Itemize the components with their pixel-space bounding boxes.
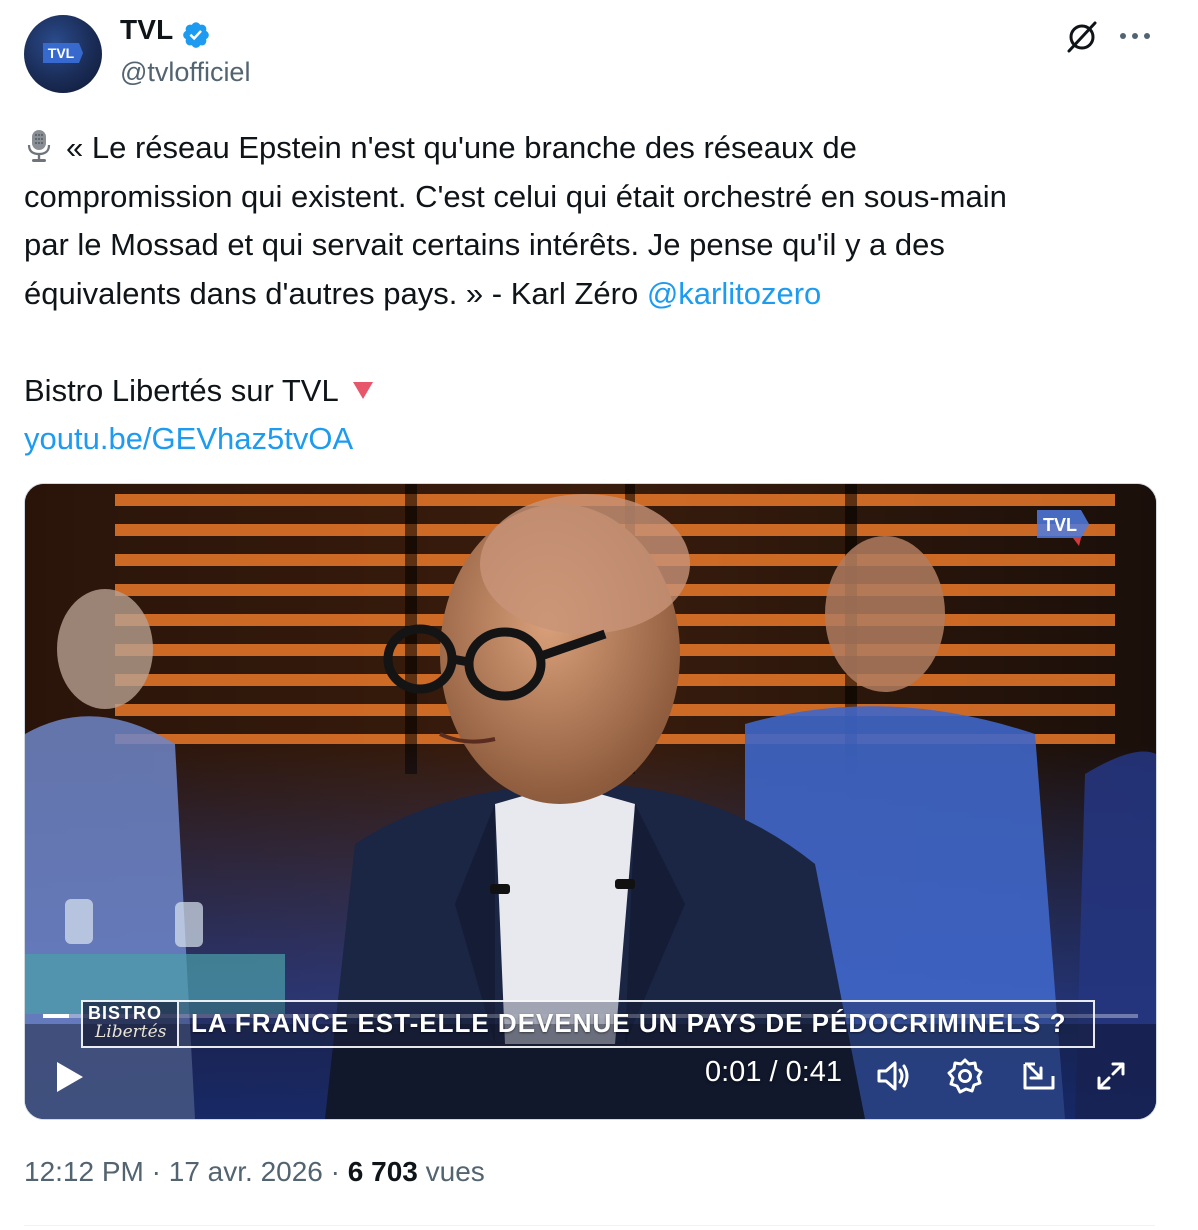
show-subtitle: Libertés	[95, 1022, 167, 1042]
views-count: 6 703	[347, 1156, 418, 1187]
tweet-line-4-text: équivalents dans d'autres pays. » - Karl…	[24, 275, 639, 311]
volume-icon[interactable]	[873, 1056, 913, 1096]
tvl-logo: TVL	[43, 43, 83, 63]
tweet-date[interactable]: 17 avr. 2026	[169, 1156, 323, 1187]
tweet-meta: 12:12 PM · 17 avr. 2026 · 6 703 vues	[24, 1156, 485, 1188]
tweet-line-4: équivalents dans d'autres pays. » - Karl…	[24, 270, 1164, 319]
views-label: vues	[425, 1156, 485, 1187]
tweet-line-3: par le Mossad et qui servait certains in…	[24, 227, 945, 262]
tweet-line-1-text: « Le réseau Epstein n'est qu'une branche…	[66, 130, 857, 165]
tweet-line-1: « Le réseau Epstein n'est qu'une branche…	[24, 124, 1164, 173]
avatar[interactable]: TVL	[24, 15, 102, 93]
author-name[interactable]: TVL	[120, 14, 173, 46]
tweet-time[interactable]: 12:12 PM	[24, 1156, 144, 1187]
meta-separator: ·	[330, 1156, 340, 1187]
pip-icon[interactable]	[1019, 1056, 1059, 1096]
lower-third-banner: BISTRO Libertés LA FRANCE EST-ELLE DEVEN…	[81, 1000, 1095, 1048]
video-player[interactable]: TVL BISTRO Libertés LA FRANCE EST-ELLE D…	[24, 483, 1157, 1120]
tvl-watermark-text: TVL	[1043, 515, 1077, 535]
verified-badge-icon	[183, 22, 209, 48]
tweet-line-5: Bistro Libertés sur TVL	[24, 367, 1164, 416]
youtube-link[interactable]: youtu.be/GEVhaz5tvOA	[24, 415, 1164, 464]
studio-microphone-icon	[27, 130, 51, 162]
settings-icon[interactable]	[945, 1056, 985, 1096]
more-icon[interactable]	[1115, 20, 1155, 52]
fullscreen-icon[interactable]	[1091, 1056, 1131, 1096]
grok-icon[interactable]	[1064, 19, 1100, 55]
video-timecode: 0:01 / 0:41	[705, 1056, 843, 1088]
show-title: BISTRO	[88, 1003, 163, 1023]
show-logo: BISTRO Libertés	[83, 1002, 179, 1046]
tvl-watermark-icon: TVL	[1037, 510, 1089, 546]
mention-link[interactable]: @karlitozero	[647, 276, 821, 311]
tweet-line-2: compromission qui existent. C'est celui …	[24, 178, 1007, 214]
divider	[24, 1225, 1155, 1226]
author-handle[interactable]: @tvlofficiel	[120, 57, 250, 88]
tweet-text: « Le réseau Epstein n'est qu'une branche…	[24, 124, 1164, 464]
play-icon[interactable]	[51, 1059, 87, 1095]
meta-separator: ·	[151, 1156, 161, 1187]
red-triangle-down-icon	[352, 381, 373, 399]
avatar-logo-text: TVL	[48, 45, 75, 61]
tweet-line-5-text: Bistro Libertés sur TVL	[24, 372, 339, 408]
video-progress-fill	[43, 1014, 70, 1018]
video-headline: LA FRANCE EST-ELLE DEVENUE UN PAYS DE PÉ…	[191, 1008, 1067, 1038]
